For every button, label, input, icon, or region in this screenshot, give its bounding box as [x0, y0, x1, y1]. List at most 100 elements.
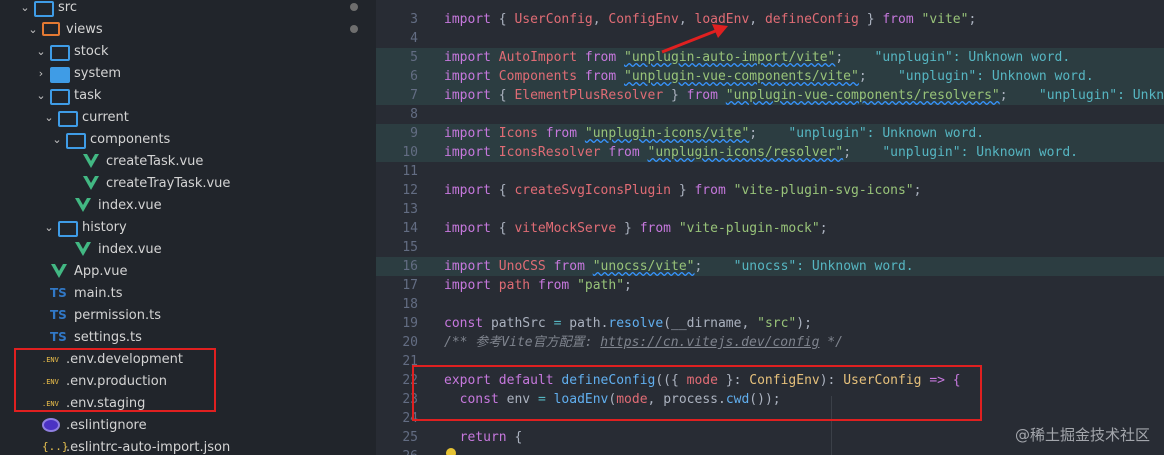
lint-warning: "unplugin": Unknown word. — [866, 69, 1094, 84]
vue-file-icon — [82, 176, 100, 190]
line-number: 11 — [402, 164, 418, 179]
explorer-item-label: App.vue — [74, 263, 128, 279]
explorer-item-label: createTask.vue — [106, 153, 204, 169]
folder-icon — [58, 110, 78, 127]
explorer-item-label: index.vue — [98, 241, 162, 257]
code-text: import { viteMockServe } from "vite-plug… — [444, 221, 828, 236]
explorer-item-label: src — [58, 0, 77, 15]
line-number: 12 — [402, 183, 418, 198]
code-line-8: 8 — [376, 105, 1164, 124]
explorer-item-label: permission.ts — [74, 307, 161, 323]
chevron-down-icon[interactable]: ⌄ — [34, 45, 48, 58]
explorer-item[interactable]: ⌄ history — [0, 216, 376, 238]
chevron-down-icon[interactable]: ⌄ — [42, 221, 56, 234]
code-text: import { createSvgIconsPlugin } from "vi… — [444, 183, 922, 198]
explorer-item-label: history — [82, 219, 127, 235]
line-number: 20 — [402, 335, 418, 350]
code-line-18: 18 — [376, 295, 1164, 314]
line-number: 15 — [402, 240, 418, 255]
vite-config-link[interactable]: https://cn.vitejs.dev/config — [600, 335, 819, 350]
code-text: import AutoImport from "unplugin-auto-im… — [444, 50, 1071, 65]
lint-warning: "unocss": Unknown word. — [702, 259, 914, 274]
code-text: import path from "path"; — [444, 278, 632, 293]
explorer-item[interactable]: index.vue — [0, 194, 376, 216]
explorer-item[interactable]: {..} .eslintrc-auto-import.json — [0, 436, 376, 455]
code-text: import UnoCSS from "unocss/vite"; "unocs… — [444, 259, 914, 274]
env-files-highlight-box — [14, 348, 216, 412]
explorer-item[interactable]: ⌄ src — [0, 0, 376, 18]
code-text: import { ElementPlusResolver } from "unp… — [444, 86, 1164, 105]
line-number: 6 — [410, 69, 418, 84]
line-number: 8 — [410, 107, 418, 122]
chevron-down-icon[interactable]: ⌄ — [18, 1, 32, 14]
code-text: import IconsResolver from "unplugin-icon… — [444, 145, 1078, 160]
watermark: @稀土掘金技术社区 — [1014, 426, 1150, 444]
modified-dot-icon — [350, 25, 358, 33]
code-line-4: 4 — [376, 29, 1164, 48]
explorer-item[interactable]: index.vue — [0, 238, 376, 260]
chevron-down-icon[interactable]: ⌄ — [50, 133, 64, 146]
explorer-item[interactable]: TS permission.ts — [0, 304, 376, 326]
vue-file-icon — [74, 242, 92, 256]
code-line-13: 13 — [376, 200, 1164, 219]
chevron-down-icon[interactable]: ⌄ — [26, 23, 40, 36]
code-line-15: 15 — [376, 238, 1164, 257]
code-line-7: 7 import { ElementPlusResolver } from "un… — [376, 86, 1164, 105]
code-line-5: 5 import AutoImport from "unplugin-auto-i… — [376, 48, 1164, 67]
explorer-item[interactable]: ⌄ stock — [0, 40, 376, 62]
code-text: const pathSrc = path.resolve(__dirname, … — [444, 316, 812, 331]
code-line-6: 6 import Components from "unplugin-vue-co… — [376, 67, 1164, 86]
code-line-26: 26 — [376, 447, 1164, 455]
chevron-right-icon[interactable]: › — [34, 67, 48, 80]
line-number: 25 — [402, 430, 418, 445]
line-number: 3 — [410, 12, 418, 27]
explorer-item[interactable]: ⌄ task — [0, 84, 376, 106]
line-number: 4 — [410, 31, 418, 46]
line-number: 10 — [402, 145, 418, 160]
json-file-icon: {..} — [42, 440, 69, 453]
folder-icon — [66, 132, 86, 149]
line-number: 18 — [402, 297, 418, 312]
explorer-item[interactable]: ⌄ current — [0, 106, 376, 128]
line-number: 9 — [410, 126, 418, 141]
explorer-item[interactable]: ⌄ views — [0, 18, 376, 40]
line-number: 13 — [402, 202, 418, 217]
code-comment: /** 参考Vite官方配置: https://cn.vitejs.dev/co… — [444, 335, 843, 350]
modified-dot-icon — [350, 3, 358, 11]
explorer-item[interactable]: › system — [0, 62, 376, 84]
code-line-12: 12 import { createSvgIconsPlugin } from "… — [376, 181, 1164, 200]
explorer-item[interactable]: TS settings.ts — [0, 326, 376, 348]
typescript-file-icon: TS — [50, 308, 67, 322]
code-text: import Icons from "unplugin-icons/vite";… — [444, 126, 985, 141]
typescript-file-icon: TS — [50, 286, 67, 300]
line-number: 7 — [410, 88, 418, 103]
folder-icon — [50, 66, 70, 83]
code-editor[interactable]: 3 import { UserConfig, ConfigEnv, loadEnv… — [376, 0, 1164, 455]
typescript-file-icon: TS — [50, 330, 67, 344]
chevron-down-icon[interactable]: ⌄ — [42, 111, 56, 124]
explorer-item-label: settings.ts — [74, 329, 142, 345]
folder-icon — [34, 0, 54, 17]
explorer-item[interactable]: App.vue — [0, 260, 376, 282]
lint-warning: "unplugin": Unknow — [1007, 88, 1164, 103]
explorer-item[interactable]: createTask.vue — [0, 150, 376, 172]
code-line-11: 11 — [376, 162, 1164, 181]
explorer-item-label: current — [82, 109, 129, 125]
chevron-down-icon[interactable]: ⌄ — [34, 89, 48, 102]
explorer-item[interactable]: createTrayTask.vue — [0, 172, 376, 194]
explorer-item-label: main.ts — [74, 285, 123, 301]
explorer-item-label: .eslintignore — [66, 417, 147, 433]
code-text: return { — [444, 430, 523, 445]
folder-icon — [50, 88, 70, 105]
lightbulb-icon[interactable] — [446, 448, 456, 455]
vue-file-icon — [74, 198, 92, 212]
explorer-item[interactable]: TS main.ts — [0, 282, 376, 304]
explorer-item[interactable]: .eslintignore — [0, 414, 376, 436]
vue-file-icon — [82, 154, 100, 168]
file-explorer: ⌄ src ⌄ views ⌄ stock › system ⌄ task ⌄ current ⌄ com… — [0, 0, 376, 455]
explorer-item[interactable]: ⌄ components — [0, 128, 376, 150]
folder-icon — [50, 44, 70, 61]
explorer-item-label: createTrayTask.vue — [106, 175, 231, 191]
code-line-17: 17 import path from "path"; — [376, 276, 1164, 295]
code-line-19: 19 const pathSrc = path.resolve(__dirname… — [376, 314, 1164, 333]
